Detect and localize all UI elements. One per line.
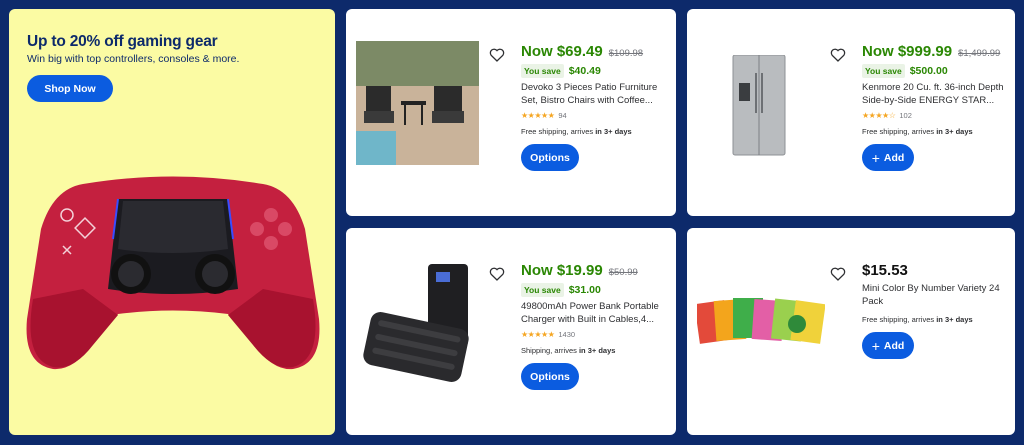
- shipping-text: Free shipping, arrives: [862, 315, 935, 324]
- shipping-days: in 3+ days: [595, 127, 632, 136]
- star-rating-icon: ★★★★☆: [862, 111, 896, 120]
- product-title[interactable]: Devoko 3 Pieces Patio Furniture Set, Bis…: [521, 82, 671, 107]
- rating: ★★★★☆ 102: [862, 111, 1012, 120]
- price-now: Now $19.99: [521, 262, 603, 279]
- product-title[interactable]: 49800mAh Power Bank Portable Charger wit…: [521, 301, 671, 326]
- product-title-line: Pack: [862, 295, 884, 307]
- product-title-line: Side-by-Side ENERGY STAR...: [862, 94, 995, 106]
- plus-icon: +: [871, 337, 880, 354]
- you-save-badge: You save: [862, 64, 905, 78]
- shipping-text: Free shipping, arrives: [862, 127, 935, 136]
- shipping-info: Free shipping, arrives in 3+ days: [862, 127, 1012, 136]
- shipping-days: in 3+ days: [578, 346, 616, 355]
- product-info: Now $999.99 $1,499.99 You save $500.00 K…: [862, 43, 1012, 171]
- heart-icon[interactable]: [830, 47, 846, 63]
- heart-icon[interactable]: [830, 266, 846, 282]
- shipping-text: Shipping, arrives: [521, 346, 577, 355]
- add-button[interactable]: + Add: [862, 144, 914, 171]
- game-controller-image: [26, 176, 320, 370]
- product-title-line: Set, Bistro Chairs with Coffee...: [521, 94, 653, 106]
- rating-count: 102: [899, 111, 912, 120]
- shipping-info: Free shipping, arrives in 3+ days: [862, 315, 1012, 324]
- shop-now-button[interactable]: Shop Now: [27, 75, 113, 102]
- rating-count: 1430: [558, 330, 576, 339]
- refrigerator-image: [732, 55, 786, 156]
- product-title-line: Devoko 3 Pieces Patio Furniture: [521, 82, 658, 93]
- you-save-badge: You save: [521, 64, 564, 78]
- you-save-amount: $500.00: [909, 65, 948, 77]
- promo-title: Up to 20% off gaming gear: [27, 33, 218, 50]
- product-info: Now $19.99 $50.99 You save $31.00 49800m…: [521, 262, 671, 390]
- star-rating-icon: ★★★★★: [521, 330, 555, 339]
- promo-subtitle: Win big with top controllers, consoles &…: [27, 53, 240, 65]
- product-title-line: Kenmore 20 Cu. ft. 36-inch Depth: [862, 82, 1004, 93]
- shipping-days: in 3+ days: [936, 315, 973, 324]
- you-save-badge: You save: [521, 283, 564, 297]
- shipping-info: Shipping, arrives in 3+ days: [521, 346, 671, 355]
- price-was: $50.99: [608, 267, 638, 278]
- rating: ★★★★★ 94: [521, 111, 671, 120]
- price-was: $1,499.99: [958, 48, 1001, 59]
- product-title-line: 49800mAh Power Bank Portable: [521, 301, 659, 312]
- shipping-text: Free shipping, arrives: [521, 127, 594, 136]
- options-button[interactable]: Options: [521, 144, 579, 171]
- product-title[interactable]: Mini Color By Number Variety 24 Pack: [862, 283, 1012, 308]
- product-info: Now $69.49 $109.98 You save $40.49 Devok…: [521, 43, 671, 171]
- price-now: Now $69.49: [521, 43, 603, 60]
- shipping-info: Free shipping, arrives in 3+ days: [521, 127, 671, 136]
- options-button[interactable]: Options: [521, 363, 579, 390]
- power-bank-image: [363, 264, 469, 382]
- product-card[interactable]: Now $999.99 $1,499.99 You save $500.00 K…: [687, 9, 1015, 216]
- add-button[interactable]: + Add: [862, 332, 914, 359]
- product-title[interactable]: Kenmore 20 Cu. ft. 36-inch Depth Side-by…: [862, 82, 1012, 107]
- product-title-line: Charger with Built in Cables,4...: [521, 313, 655, 325]
- you-save-amount: $40.49: [568, 65, 601, 77]
- shipping-days: in 3+ days: [936, 127, 973, 136]
- product-title-line: Mini Color By Number Variety 24: [862, 283, 1000, 294]
- star-rating-icon: ★★★★★: [521, 111, 555, 120]
- you-save-amount: $31.00: [568, 284, 601, 296]
- price-was: $109.98: [608, 48, 644, 59]
- patio-furniture-image: [356, 41, 479, 165]
- price-now: $15.53: [862, 262, 908, 279]
- rating-count: 94: [558, 111, 567, 120]
- color-by-number-image: [697, 298, 825, 344]
- product-card[interactable]: Now $69.49 $109.98 You save $40.49 Devok…: [346, 9, 676, 216]
- promo-banner[interactable]: Up to 20% off gaming gear Win big with t…: [9, 9, 335, 435]
- rating: ★★★★★ 1430: [521, 330, 671, 339]
- plus-icon: +: [871, 149, 880, 166]
- heart-icon[interactable]: [489, 47, 505, 63]
- add-button-label: Add: [883, 339, 905, 352]
- product-info: $15.53 Mini Color By Number Variety 24 P…: [862, 262, 1012, 359]
- product-card[interactable]: $15.53 Mini Color By Number Variety 24 P…: [687, 228, 1015, 435]
- heart-icon[interactable]: [489, 266, 505, 282]
- price-now: Now $999.99: [862, 43, 953, 60]
- add-button-label: Add: [883, 151, 905, 164]
- product-card[interactable]: Now $19.99 $50.99 You save $31.00 49800m…: [346, 228, 676, 435]
